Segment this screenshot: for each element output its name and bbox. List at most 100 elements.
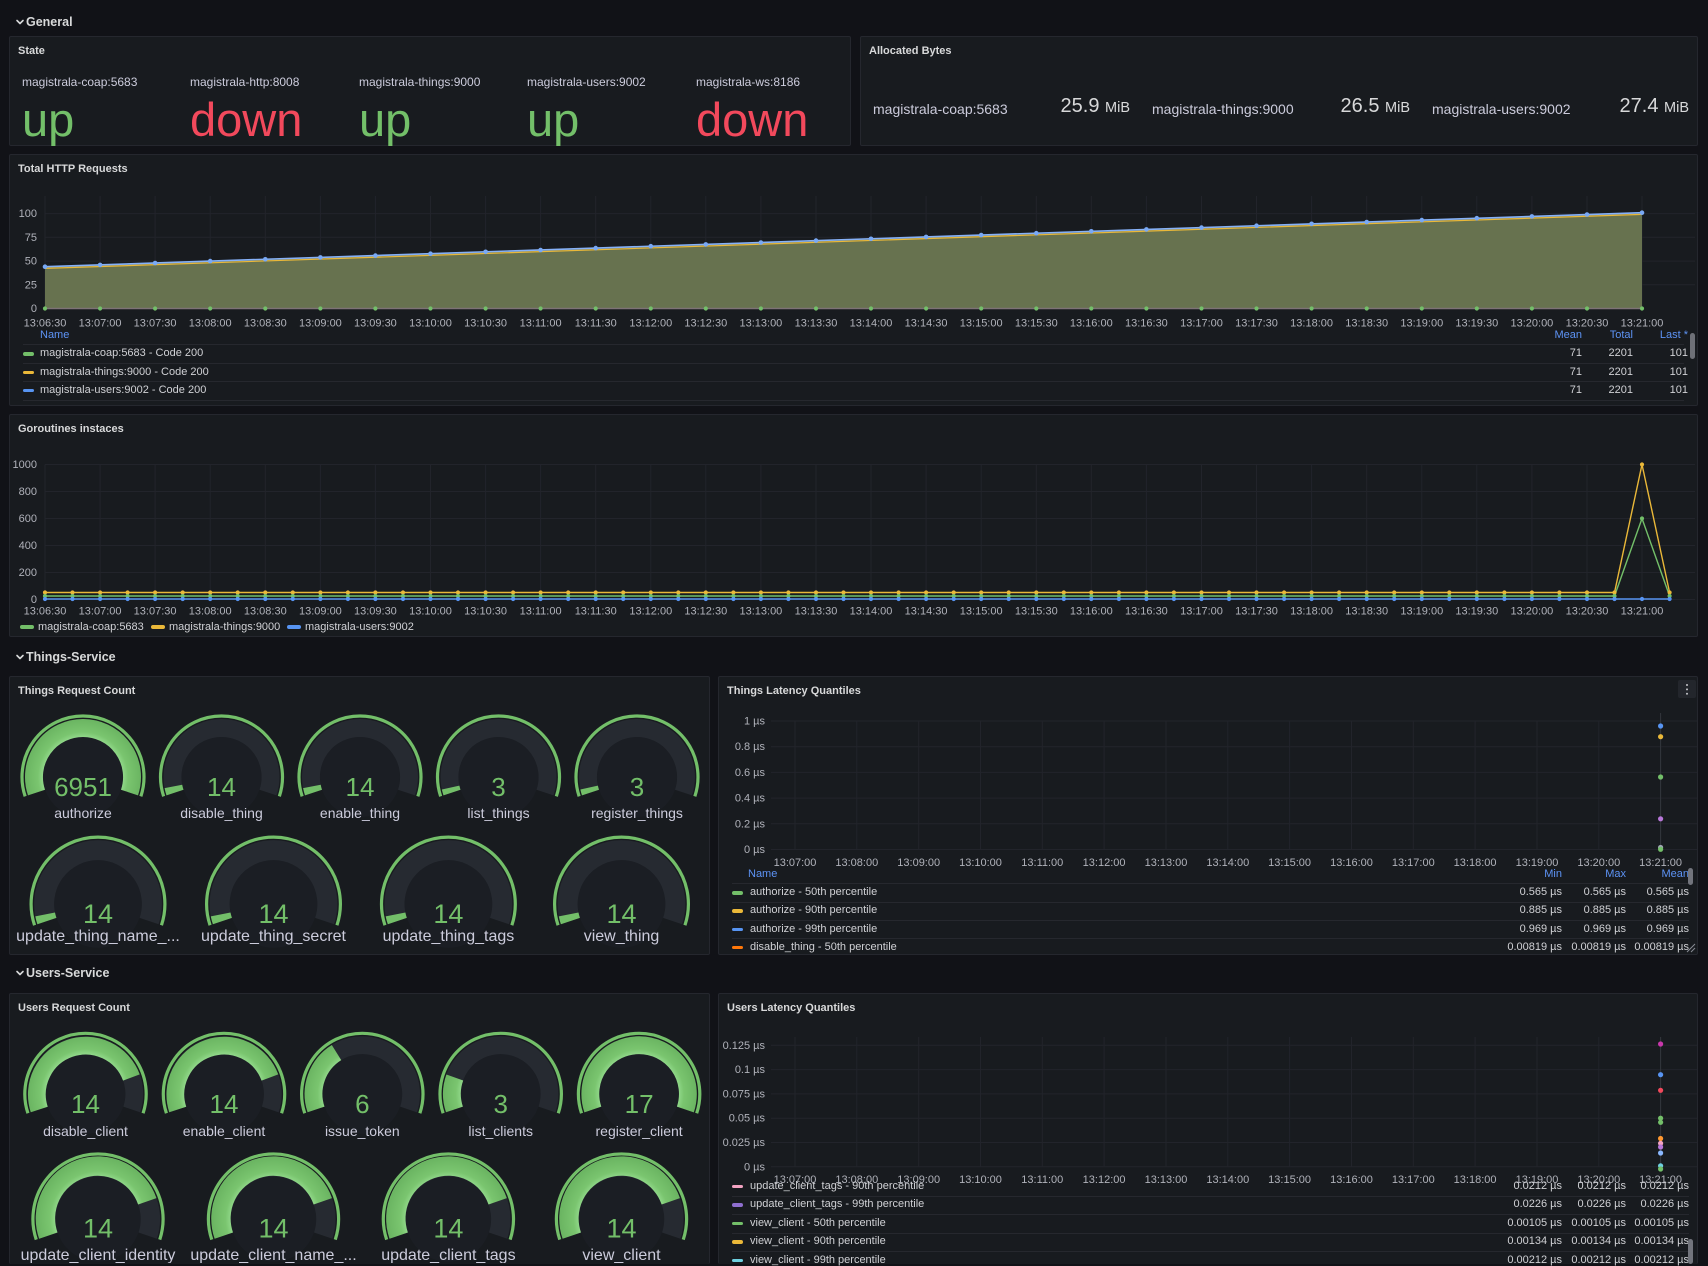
svg-text:3: 3: [630, 772, 644, 802]
svg-text:14: 14: [433, 1214, 463, 1244]
svg-text:14: 14: [83, 1214, 113, 1244]
svg-text:13:09:00: 13:09:00: [299, 318, 342, 330]
svg-text:view_thing: view_thing: [584, 928, 660, 945]
svg-text:13:16:00: 13:16:00: [1330, 857, 1373, 869]
svg-text:13:17:30: 13:17:30: [1235, 606, 1278, 618]
svg-text:13:12:00: 13:12:00: [629, 606, 672, 618]
svg-text:13:12:30: 13:12:30: [684, 606, 727, 618]
svg-text:13:11:30: 13:11:30: [575, 606, 617, 618]
svg-text:13:18:00: 13:18:00: [1290, 606, 1333, 618]
svg-text:400: 400: [19, 540, 37, 552]
svg-text:authorize: authorize: [54, 805, 112, 821]
svg-text:update_client_tags: update_client_tags: [381, 1247, 515, 1263]
svg-text:13:13:00: 13:13:00: [1145, 857, 1188, 869]
svg-text:update_thing_name_...: update_thing_name_...: [16, 928, 180, 945]
svg-text:13:18:00: 13:18:00: [1454, 1174, 1497, 1186]
svg-text:13:09:00: 13:09:00: [299, 606, 342, 618]
svg-text:update_client_name_...: update_client_name_...: [190, 1247, 356, 1263]
svg-text:13:15:00: 13:15:00: [960, 606, 1003, 618]
svg-text:50: 50: [25, 256, 37, 268]
svg-text:13:11:00: 13:11:00: [1021, 857, 1063, 869]
svg-text:13:17:30: 13:17:30: [1235, 318, 1278, 330]
svg-text:enable_thing: enable_thing: [320, 805, 400, 821]
svg-text:13:18:00: 13:18:00: [1454, 857, 1497, 869]
svg-text:13:16:00: 13:16:00: [1070, 318, 1113, 330]
svg-text:6: 6: [355, 1089, 369, 1119]
svg-text:14: 14: [258, 899, 288, 929]
svg-text:0 µs: 0 µs: [744, 844, 766, 856]
svg-text:issue_token: issue_token: [325, 1123, 400, 1139]
svg-text:14: 14: [83, 899, 113, 929]
svg-text:13:16:30: 13:16:30: [1125, 318, 1168, 330]
svg-text:13:19:30: 13:19:30: [1455, 318, 1498, 330]
svg-text:600: 600: [19, 513, 37, 525]
svg-text:13:06:30: 13:06:30: [24, 318, 67, 330]
svg-text:13:20:30: 13:20:30: [1566, 606, 1609, 618]
svg-text:25: 25: [25, 279, 37, 291]
svg-text:14: 14: [606, 899, 636, 929]
svg-text:13:11:00: 13:11:00: [1021, 1174, 1063, 1186]
svg-text:0.075 µs: 0.075 µs: [723, 1088, 766, 1100]
svg-text:register_client: register_client: [596, 1123, 683, 1139]
svg-text:13:15:00: 13:15:00: [1268, 857, 1311, 869]
svg-text:0: 0: [31, 303, 37, 315]
svg-text:0.4 µs: 0.4 µs: [735, 793, 766, 805]
svg-text:13:09:30: 13:09:30: [354, 318, 397, 330]
svg-text:13:11:00: 13:11:00: [520, 606, 562, 618]
svg-text:0.8 µs: 0.8 µs: [735, 741, 766, 753]
svg-text:13:12:00: 13:12:00: [629, 318, 672, 330]
svg-text:13:11:00: 13:11:00: [520, 318, 562, 330]
svg-text:13:17:00: 13:17:00: [1180, 606, 1223, 618]
svg-text:update_client_identity: update_client_identity: [21, 1247, 176, 1263]
svg-text:14: 14: [606, 1214, 636, 1244]
svg-text:13:15:30: 13:15:30: [1015, 606, 1058, 618]
svg-text:13:20:00: 13:20:00: [1510, 318, 1553, 330]
svg-text:13:15:00: 13:15:00: [1268, 1174, 1311, 1186]
svg-text:13:13:00: 13:13:00: [1145, 1174, 1188, 1186]
svg-text:13:10:30: 13:10:30: [464, 606, 507, 618]
svg-text:800: 800: [19, 486, 37, 498]
svg-text:13:16:00: 13:16:00: [1070, 606, 1113, 618]
svg-text:13:09:30: 13:09:30: [354, 606, 397, 618]
svg-text:0.1 µs: 0.1 µs: [735, 1064, 766, 1076]
svg-text:view_client: view_client: [582, 1247, 661, 1263]
svg-text:0.05 µs: 0.05 µs: [729, 1113, 766, 1125]
svg-text:13:08:00: 13:08:00: [835, 857, 878, 869]
svg-text:0 µs: 0 µs: [744, 1161, 766, 1173]
svg-text:update_thing_secret: update_thing_secret: [201, 928, 347, 945]
svg-text:1000: 1000: [13, 459, 37, 471]
svg-text:75: 75: [25, 232, 37, 244]
svg-text:13:17:00: 13:17:00: [1180, 318, 1223, 330]
svg-text:13:13:30: 13:13:30: [795, 606, 838, 618]
svg-text:13:11:30: 13:11:30: [575, 318, 617, 330]
svg-text:17: 17: [625, 1089, 654, 1119]
svg-text:13:07:30: 13:07:30: [134, 318, 177, 330]
svg-text:13:21:00: 13:21:00: [1621, 318, 1664, 330]
svg-text:13:15:30: 13:15:30: [1015, 318, 1058, 330]
svg-text:13:10:00: 13:10:00: [409, 606, 452, 618]
svg-text:13:12:00: 13:12:00: [1083, 1174, 1126, 1186]
svg-text:13:06:30: 13:06:30: [24, 606, 67, 618]
svg-text:register_things: register_things: [591, 805, 683, 821]
svg-text:0.025 µs: 0.025 µs: [723, 1137, 766, 1149]
svg-text:13:21:00: 13:21:00: [1621, 606, 1664, 618]
svg-text:list_things: list_things: [467, 805, 529, 821]
svg-text:100: 100: [19, 208, 37, 220]
svg-text:13:08:30: 13:08:30: [244, 606, 287, 618]
svg-text:14: 14: [207, 772, 236, 802]
svg-text:13:09:00: 13:09:00: [897, 857, 940, 869]
svg-text:13:08:00: 13:08:00: [189, 318, 232, 330]
svg-text:3: 3: [491, 772, 505, 802]
svg-text:13:07:00: 13:07:00: [79, 318, 122, 330]
svg-text:update_thing_tags: update_thing_tags: [383, 928, 515, 945]
svg-text:13:14:00: 13:14:00: [850, 606, 893, 618]
svg-text:14: 14: [210, 1089, 239, 1119]
svg-text:13:14:30: 13:14:30: [905, 318, 948, 330]
svg-text:200: 200: [19, 567, 37, 579]
svg-text:13:14:00: 13:14:00: [1206, 1174, 1249, 1186]
svg-text:disable_client: disable_client: [43, 1123, 128, 1139]
svg-text:13:17:00: 13:17:00: [1392, 857, 1435, 869]
svg-text:0.2 µs: 0.2 µs: [735, 818, 766, 830]
svg-text:14: 14: [346, 772, 375, 802]
svg-text:13:18:30: 13:18:30: [1345, 318, 1388, 330]
